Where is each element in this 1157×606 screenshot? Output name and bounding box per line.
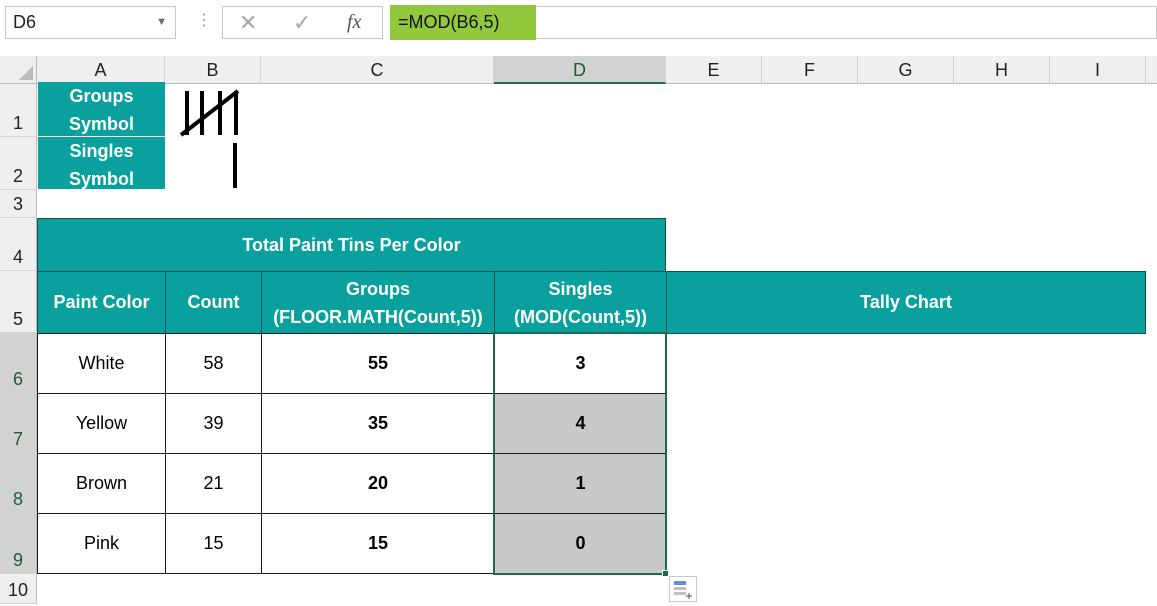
cell-color[interactable]: Brown: [37, 453, 166, 514]
cell-groups[interactable]: 35: [261, 393, 495, 454]
column-header-e[interactable]: E: [666, 56, 762, 84]
header-count[interactable]: Count: [165, 271, 262, 334]
formula-bar-area: D6 ▼ ⋮ ✕ ✓ fx =MOD(B6,5): [0, 0, 1157, 46]
column-header-c[interactable]: C: [261, 56, 494, 84]
column-header-a[interactable]: A: [37, 56, 165, 84]
more-options-icon[interactable]: ⋮: [196, 12, 212, 30]
cell-color[interactable]: Pink: [37, 513, 166, 574]
header-groups[interactable]: Groups (FLOOR.MATH(Count,5)): [261, 271, 495, 334]
name-box[interactable]: D6 ▼: [5, 6, 176, 39]
header-tally-chart[interactable]: Tally Chart: [666, 271, 1146, 334]
quick-analysis-icon[interactable]: [669, 576, 697, 602]
header-paint-color[interactable]: Paint Color: [37, 271, 166, 334]
row-header-10[interactable]: 10: [0, 574, 37, 604]
column-header-g[interactable]: G: [858, 56, 954, 84]
row-header-3[interactable]: 3: [0, 190, 37, 218]
column-header-f[interactable]: F: [762, 56, 858, 84]
column-header-b[interactable]: B: [165, 56, 261, 84]
enter-icon[interactable]: ✓: [293, 7, 311, 38]
name-box-value: D6: [13, 12, 37, 32]
cell-singles[interactable]: 0: [494, 513, 667, 574]
cell-color[interactable]: White: [37, 333, 166, 394]
column-header-partial[interactable]: [1146, 56, 1157, 84]
cell-count[interactable]: 21: [165, 453, 262, 514]
row-header-2[interactable]: 2: [0, 137, 37, 190]
tally-groups-symbol-icon: [179, 89, 240, 188]
cell-groups[interactable]: 15: [261, 513, 495, 574]
cell-groups[interactable]: 20: [261, 453, 495, 514]
row-header-4[interactable]: 4: [0, 218, 37, 271]
row-header-8[interactable]: 8: [0, 453, 37, 513]
singles-symbol-label[interactable]: Singles Symbol: [38, 137, 165, 189]
insert-function-icon[interactable]: fx: [347, 7, 361, 38]
column-header-i[interactable]: I: [1050, 56, 1146, 84]
column-header-d[interactable]: D: [494, 56, 666, 84]
cell-groups[interactable]: 55: [261, 333, 495, 394]
cell-singles[interactable]: 3: [494, 333, 667, 394]
formula-input[interactable]: =MOD(B6,5): [390, 5, 536, 40]
row-header-9[interactable]: 9: [0, 513, 37, 574]
column-header-h[interactable]: H: [954, 56, 1050, 84]
cell-count[interactable]: 58: [165, 333, 262, 394]
header-singles[interactable]: Singles (MOD(Count,5)): [494, 271, 667, 334]
row-header-6[interactable]: 6: [0, 333, 37, 393]
row-header-1[interactable]: 1: [0, 84, 37, 137]
row-header-7[interactable]: 7: [0, 393, 37, 453]
groups-symbol-label[interactable]: Groups Symbol: [38, 82, 165, 136]
chevron-down-icon[interactable]: ▼: [156, 7, 167, 38]
cell-count[interactable]: 15: [165, 513, 262, 574]
cell-singles[interactable]: 4: [494, 393, 667, 454]
cell-singles[interactable]: 1: [494, 453, 667, 514]
fill-handle[interactable]: [662, 570, 669, 577]
cell-count[interactable]: 39: [165, 393, 262, 454]
formula-input-area[interactable]: [536, 6, 1157, 39]
formula-buttons: ✕ ✓ fx: [222, 6, 383, 39]
select-all-button[interactable]: [0, 56, 37, 84]
table-title[interactable]: Total Paint Tins Per Color: [37, 218, 666, 272]
row-header-5[interactable]: 5: [0, 271, 37, 333]
cell-color[interactable]: Yellow: [37, 393, 166, 454]
cancel-icon[interactable]: ✕: [239, 7, 257, 38]
